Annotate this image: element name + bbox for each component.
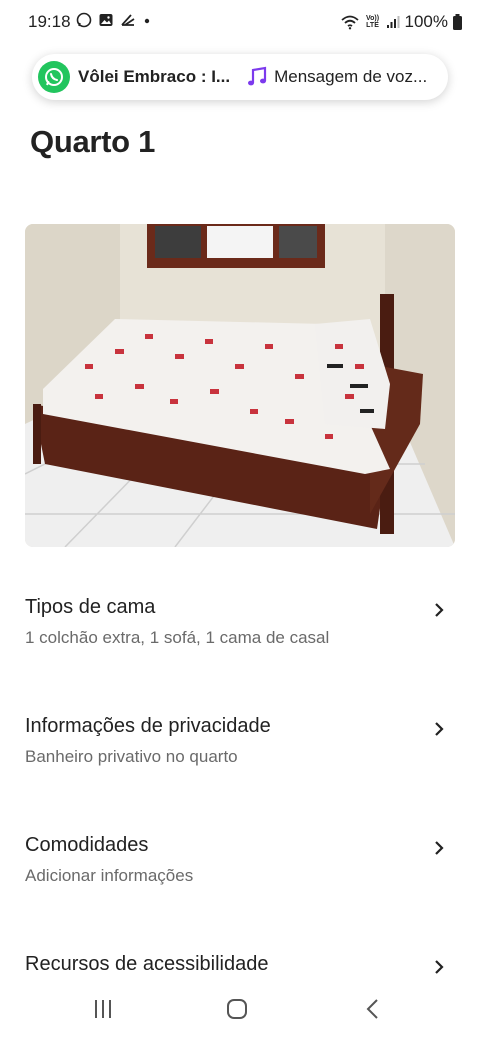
volte-icon: Vo)) LTE <box>365 15 380 29</box>
row-title: Recursos de acessibilidade <box>25 953 269 975</box>
wifi-icon <box>340 15 359 30</box>
whatsapp-notification-text: Vôlei Embraco : I... <box>78 67 231 86</box>
row-privacy[interactable]: Informações de privacidade Banheiro priv… <box>25 715 455 767</box>
recent-apps-icon[interactable] <box>92 998 114 1020</box>
row-bed-types[interactable]: Tipos de cama 1 colchão extra, 1 sofá, 1… <box>25 596 455 648</box>
battery-percent: 100% <box>404 12 448 31</box>
row-title: Informações de privacidade <box>25 715 271 737</box>
notification-pill[interactable]: Vôlei Embraco : I... Mensagem de voz... <box>32 54 448 100</box>
whatsapp-icon <box>76 12 92 28</box>
page-title: Quarto 1 <box>30 124 156 159</box>
home-icon[interactable] <box>226 998 248 1020</box>
row-subtitle: 1 colchão extra, 1 sofá, 1 cama de casal <box>25 628 330 647</box>
battery-icon <box>453 14 462 30</box>
back-icon[interactable] <box>362 998 384 1020</box>
whatsapp-app-icon <box>38 61 70 93</box>
status-system-icons: Vo)) LTE 100% <box>340 12 462 32</box>
chevron-right-icon <box>435 603 444 617</box>
row-accessibility[interactable]: Recursos de acessibilidade <box>25 953 455 976</box>
row-subtitle: Adicionar informações <box>25 866 194 885</box>
room-photo[interactable] <box>25 224 455 547</box>
chevron-right-icon <box>435 841 444 855</box>
row-title: Comodidades <box>25 834 149 856</box>
voice-message-text: Mensagem de voz... <box>274 67 428 86</box>
dot-icon <box>144 18 150 24</box>
music-note-icon <box>248 66 267 86</box>
signal-icon <box>386 16 400 28</box>
status-bar: 19:18 Vo)) LTE 100% <box>0 0 480 44</box>
gallery-icon <box>99 14 113 26</box>
chevron-right-icon <box>435 722 444 736</box>
status-notification-icons <box>76 12 152 28</box>
airbnb-icon <box>121 14 135 26</box>
row-title: Tipos de cama <box>25 596 156 618</box>
chevron-right-icon <box>435 960 444 974</box>
navigation-bar <box>0 980 480 1040</box>
row-subtitle: Banheiro privativo no quarto <box>25 747 238 766</box>
row-amenities[interactable]: Comodidades Adicionar informações <box>25 834 455 886</box>
status-time: 19:18 <box>28 12 71 31</box>
